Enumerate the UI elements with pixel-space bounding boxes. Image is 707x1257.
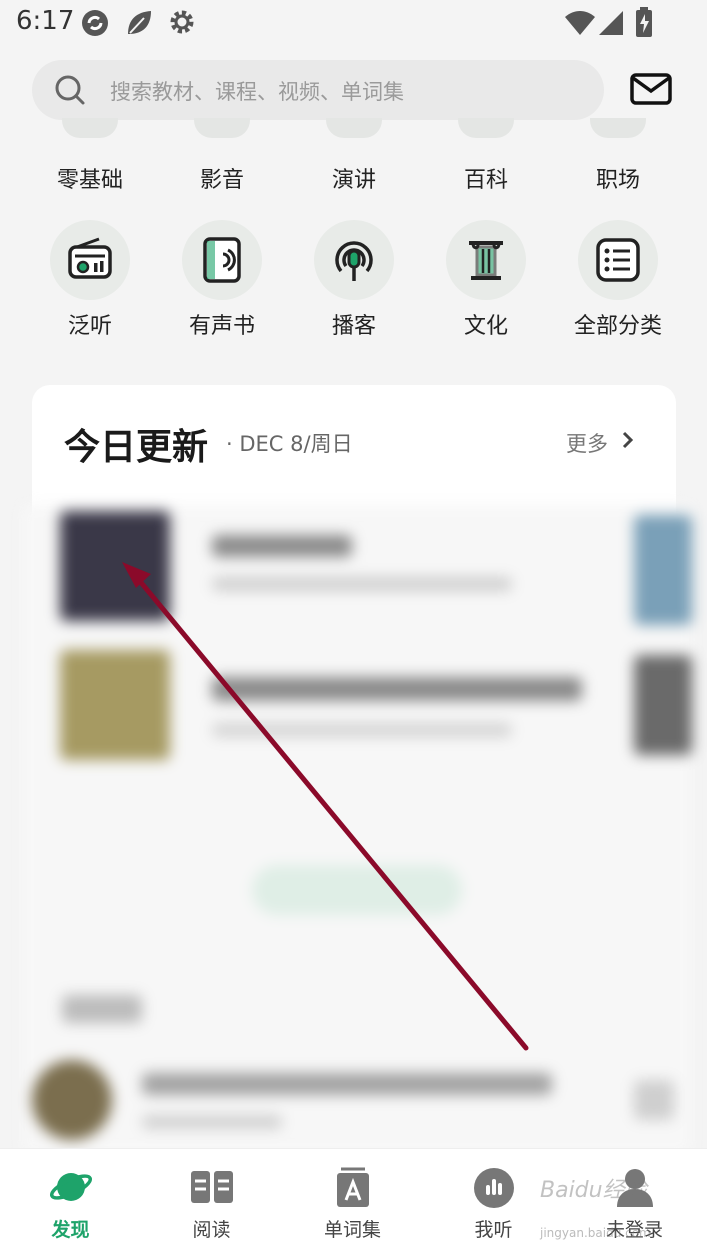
tab-label: 阅读	[192, 1219, 231, 1241]
tab-word-sets[interactable]: 单词集	[282, 1149, 423, 1257]
tab-label: 发现	[51, 1219, 90, 1241]
word-card-icon	[336, 1167, 369, 1207]
watermark-url: jingyan.baidu.com	[540, 1226, 651, 1240]
audio-bars-icon	[473, 1168, 514, 1208]
tab-label: 单词集	[323, 1219, 381, 1241]
annotation-arrow	[122, 562, 529, 1051]
book-icon	[190, 1171, 233, 1203]
planet-icon	[49, 1173, 92, 1201]
tab-discover[interactable]: 发现	[0, 1149, 141, 1257]
tab-reading[interactable]: 阅读	[141, 1149, 282, 1257]
watermark: Baidu经验	[540, 1178, 647, 1203]
